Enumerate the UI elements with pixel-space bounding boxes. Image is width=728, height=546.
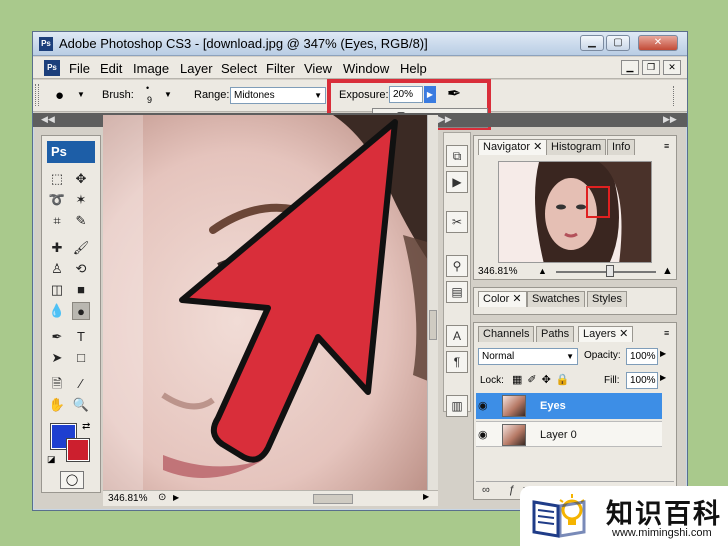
watermark-url: www.mimingshi.com [612, 527, 712, 539]
book-bulb-icon [532, 494, 586, 538]
red-arrow-shape [179, 119, 398, 463]
pointer-arrow-overlay [179, 119, 398, 463]
watermark-title: 知识百科 [606, 499, 722, 529]
watermark-badge: 知识百科 www.mimingshi.com [520, 486, 728, 546]
